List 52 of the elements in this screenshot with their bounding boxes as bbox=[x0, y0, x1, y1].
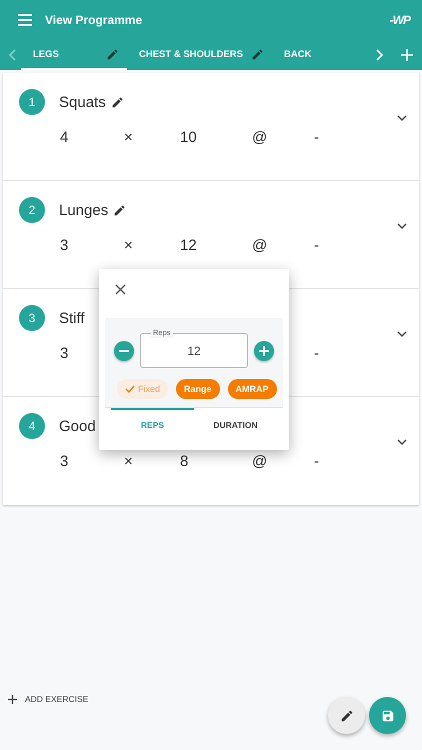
edit-button[interactable] bbox=[328, 697, 365, 734]
mode-chip[interactable]: Range bbox=[176, 379, 220, 399]
times-sign: × bbox=[124, 128, 134, 146]
plus-icon[interactable] bbox=[401, 49, 413, 61]
number-badge: 1 bbox=[19, 89, 45, 115]
check-icon bbox=[125, 385, 135, 393]
minus-button[interactable] bbox=[114, 340, 134, 360]
sets-value: 4 bbox=[60, 128, 70, 146]
at-sign: @ bbox=[252, 236, 268, 254]
mode-chip[interactable]: AMRAP bbox=[228, 379, 277, 399]
exercise-name: Squats bbox=[59, 94, 106, 110]
tab[interactable]: DURATION bbox=[194, 408, 277, 438]
pencil-icon[interactable] bbox=[110, 96, 124, 108]
weight-value: - bbox=[314, 452, 319, 470]
times-sign: × bbox=[124, 236, 134, 254]
sets-value: 3 bbox=[60, 452, 70, 470]
sets-value: 3 bbox=[60, 236, 70, 254]
pencil-icon[interactable] bbox=[113, 204, 126, 216]
weight-value: - bbox=[314, 236, 319, 254]
times-sign: × bbox=[124, 452, 134, 470]
number-badge: 4 bbox=[19, 413, 45, 439]
logo: -WP bbox=[390, 13, 410, 27]
exercise-name: Good bbox=[59, 418, 96, 434]
menu-icon[interactable] bbox=[18, 14, 32, 26]
chevron-down-icon[interactable] bbox=[397, 439, 407, 445]
mode-chip[interactable]: Fixed bbox=[117, 379, 168, 399]
app-title: View Programme bbox=[45, 13, 144, 27]
chevron-down-icon[interactable] bbox=[397, 115, 407, 121]
tab[interactable]: LEGS bbox=[21, 40, 127, 70]
weight-value: - bbox=[314, 344, 319, 362]
tab[interactable]: CHEST & SHOULDERS bbox=[133, 40, 272, 70]
exercise-name: Lunges bbox=[59, 202, 108, 218]
plus-icon bbox=[8, 694, 17, 704]
tab[interactable]: REPS bbox=[111, 408, 194, 438]
exercise-name: Stiff bbox=[59, 310, 85, 326]
plus-button[interactable] bbox=[254, 340, 274, 360]
chevron-down-icon[interactable] bbox=[397, 331, 407, 337]
pencil-icon bbox=[340, 708, 354, 722]
at-sign: @ bbox=[252, 452, 268, 470]
number-badge: 2 bbox=[19, 197, 45, 223]
reps-value: 12 bbox=[180, 236, 198, 254]
tab[interactable]: BACK bbox=[278, 40, 320, 70]
reps-value: 8 bbox=[180, 452, 190, 470]
sets-value: 3 bbox=[60, 344, 70, 362]
add-exercise-button[interactable]: ADD EXERCISE bbox=[8, 691, 88, 707]
close-icon[interactable] bbox=[115, 284, 126, 295]
weight-value: - bbox=[314, 128, 319, 146]
at-sign: @ bbox=[252, 128, 268, 146]
number-badge: 3 bbox=[19, 305, 45, 331]
reps-value: 10 bbox=[180, 128, 198, 146]
chevron-down-icon[interactable] bbox=[397, 223, 407, 229]
chevron-right-icon[interactable] bbox=[375, 49, 383, 61]
